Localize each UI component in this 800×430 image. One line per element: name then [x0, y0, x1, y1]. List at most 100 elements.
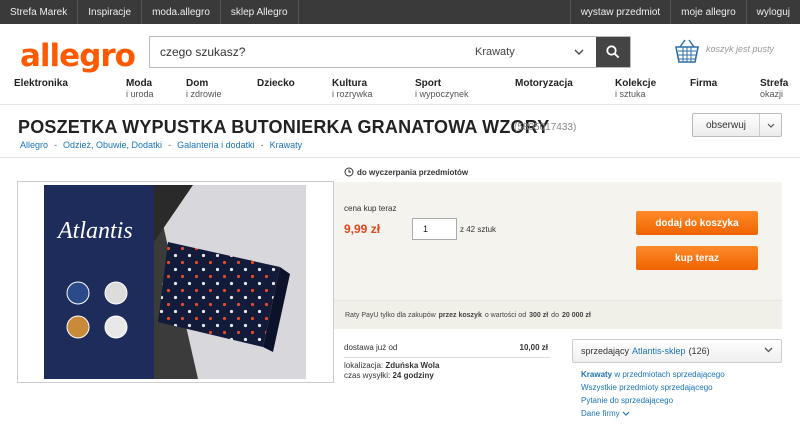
- location-row: lokalizacja: Zduńska Wola: [344, 361, 439, 370]
- stock-note-text: do wyczerpania przedmiotów: [357, 167, 469, 177]
- product-photo: Atlantis: [44, 185, 306, 379]
- nav-item-sub: i wypoczynek: [415, 89, 469, 99]
- shipping-value[interactable]: 10,00 zł: [520, 343, 548, 352]
- seller-link-ask[interactable]: Pytanie do sprzedającego: [581, 394, 725, 407]
- brand-watermark: Atlantis: [56, 218, 133, 244]
- nav-item-moda[interactable]: Moda i uroda: [126, 78, 154, 100]
- payu-installments-note: Raty PayU tylko dla zakupów przez koszyk…: [334, 300, 782, 329]
- header: allegro Krawaty koszyk jest pusty: [0, 24, 800, 78]
- seller-link-company-label: Dane firmy: [581, 409, 620, 418]
- breadcrumb-item[interactable]: Odzież, Obuwie, Dodatki: [63, 140, 162, 150]
- search-bar: Krawaty: [149, 36, 631, 68]
- breadcrumb-separator: -: [260, 140, 264, 150]
- payu-text: o wartości od: [484, 311, 527, 319]
- nav-item-elektronika[interactable]: Elektronika: [14, 78, 68, 89]
- buy-box: cena kup teraz 9,99 zł 1 z 42 sztuk doda…: [334, 182, 782, 300]
- divider: [0, 157, 800, 158]
- allegro-logo[interactable]: allegro: [20, 38, 136, 74]
- cart-status-text[interactable]: koszyk jest pusty: [706, 44, 774, 54]
- breadcrumb-item[interactable]: Krawaty: [270, 140, 303, 150]
- nav-item-firma[interactable]: Firma: [690, 78, 717, 89]
- topbar-link-inspiracje[interactable]: Inspiracje: [78, 0, 143, 24]
- quantity-available: z 42 sztuk: [460, 225, 497, 234]
- nav-item-sub: i uroda: [126, 89, 154, 99]
- top-bar: Strefa Marek Inspiracje moda.allegro skl…: [0, 0, 800, 24]
- nav-item-sub: okazji: [760, 89, 784, 99]
- dispatch-time-row: czas wysyłki: 24 godziny: [344, 371, 434, 380]
- price-label: cena kup teraz: [344, 204, 397, 213]
- payu-text: do: [551, 311, 559, 319]
- nav-item-sub: i sztuka: [615, 89, 646, 99]
- nav-item-sub: i zdrowie: [186, 89, 222, 99]
- nav-item-dom[interactable]: Dom i zdrowie: [186, 78, 222, 100]
- chevron-down-icon: [574, 49, 584, 55]
- breadcrumb: Allegro - Odzież, Obuwie, Dodatki - Gala…: [20, 140, 302, 150]
- observe-dropdown[interactable]: [759, 114, 781, 136]
- nav-item-sport[interactable]: Sport i wypoczynek: [415, 78, 469, 100]
- divider: [0, 104, 800, 105]
- price: 9,99 zł: [344, 222, 381, 236]
- breadcrumb-item[interactable]: Galanteria i dodatki: [177, 140, 255, 150]
- seller-link-krawaty-suffix: w przedmiotach sprzedającego: [614, 370, 725, 379]
- seller-link-all-items[interactable]: Wszystkie przedmioty sprzedającego: [581, 381, 725, 394]
- shipping-label: dostawa już od: [344, 343, 398, 352]
- topbar-link-wyloguj[interactable]: wyloguj: [745, 0, 800, 24]
- topbar-link-wystaw[interactable]: wystaw przedmiot: [569, 0, 670, 24]
- seller-link-krawaty-bold: Krawaty: [581, 370, 613, 379]
- search-button[interactable]: [596, 37, 630, 67]
- observe-button-label[interactable]: obserwuj: [693, 114, 759, 136]
- nav-item-title: Dziecko: [257, 78, 295, 89]
- nav-item-motoryzacja[interactable]: Motoryzacja: [515, 78, 573, 89]
- product-title: POSZETKA WYPUSTKA BUTONIERKA GRANATOWA W…: [18, 117, 550, 137]
- topbar-link-moje-allegro[interactable]: moje allegro: [670, 0, 745, 24]
- chevron-down-icon: [622, 411, 630, 416]
- topbar-link-strefa-marek[interactable]: Strefa Marek: [0, 0, 79, 24]
- breadcrumb-separator: -: [54, 140, 58, 150]
- basket-icon[interactable]: [672, 38, 702, 66]
- add-to-cart-button[interactable]: dodaj do koszyka: [636, 211, 758, 235]
- seller-label: sprzedający: [581, 346, 630, 356]
- nav-item-title: Kultura: [332, 78, 367, 89]
- nav-item-title: Strefa: [760, 78, 789, 89]
- divider: [344, 357, 550, 358]
- seller-link-krawaty[interactable]: Krawaty w przedmiotach sprzedającego: [581, 368, 725, 381]
- observe-button[interactable]: obserwuj: [692, 113, 782, 137]
- seller-name[interactable]: Atlantis-sklep: [632, 346, 686, 356]
- dispatch-time-value: 24 godziny: [392, 371, 434, 380]
- location-value: Zduńska Wola: [385, 361, 440, 370]
- nav-item-dziecko[interactable]: Dziecko: [257, 78, 295, 89]
- nav-item-kultura[interactable]: Kultura i rozrywka: [332, 78, 373, 100]
- topbar-link-sklep-allegro[interactable]: sklep Allegro: [221, 0, 299, 24]
- seller-dropdown[interactable]: sprzedający Atlantis-sklep (126): [572, 339, 782, 363]
- breadcrumb-item[interactable]: Allegro: [20, 140, 48, 150]
- seller-links: Krawaty w przedmiotach sprzedającego Wsz…: [581, 368, 725, 420]
- nav-item-title: Elektronika: [14, 78, 68, 89]
- product-id: (5805017433): [514, 122, 577, 133]
- nav-item-strefa-okazji[interactable]: Strefa okazji: [760, 78, 788, 100]
- payu-text-bold: 300 zł: [529, 311, 549, 319]
- buy-now-button[interactable]: kup teraz: [636, 246, 758, 270]
- nav-item-title: Dom: [186, 78, 209, 89]
- topbar-link-moda-allegro[interactable]: moda.allegro: [142, 0, 221, 24]
- nav-item-title: Moda: [126, 78, 153, 89]
- quantity-input[interactable]: 1: [412, 218, 457, 240]
- shipping-info: dostawa już od 10,00 zł lokalizacja: Zdu…: [334, 337, 560, 387]
- stock-note: do wyczerpania przedmiotów: [344, 167, 468, 177]
- payu-text: Raty PayU tylko dla zakupów: [345, 311, 436, 319]
- nav-item-kolekcje[interactable]: Kolekcje i sztuka: [615, 78, 656, 100]
- search-input[interactable]: [150, 37, 466, 67]
- nav-item-title: Kolekcje: [615, 78, 657, 89]
- nav-item-title: Sport: [415, 78, 442, 89]
- chevron-down-icon: [767, 123, 774, 128]
- payu-text-bold: 20 000 zł: [561, 311, 591, 319]
- category-nav: Elektronika Moda i uroda Dom i zdrowie Dzi…: [0, 78, 800, 104]
- product-image[interactable]: Atlantis: [17, 181, 334, 383]
- seller-rating-count: (126): [688, 346, 710, 356]
- seller-link-company-data[interactable]: Dane firmy: [581, 407, 725, 420]
- category-select[interactable]: Krawaty: [466, 37, 596, 67]
- clock-icon: [344, 167, 354, 177]
- nav-item-sub: i rozrywka: [332, 89, 373, 99]
- breadcrumb-separator: -: [168, 140, 172, 150]
- location-label: lokalizacja:: [344, 361, 384, 370]
- dispatch-time-label: czas wysyłki:: [344, 371, 391, 380]
